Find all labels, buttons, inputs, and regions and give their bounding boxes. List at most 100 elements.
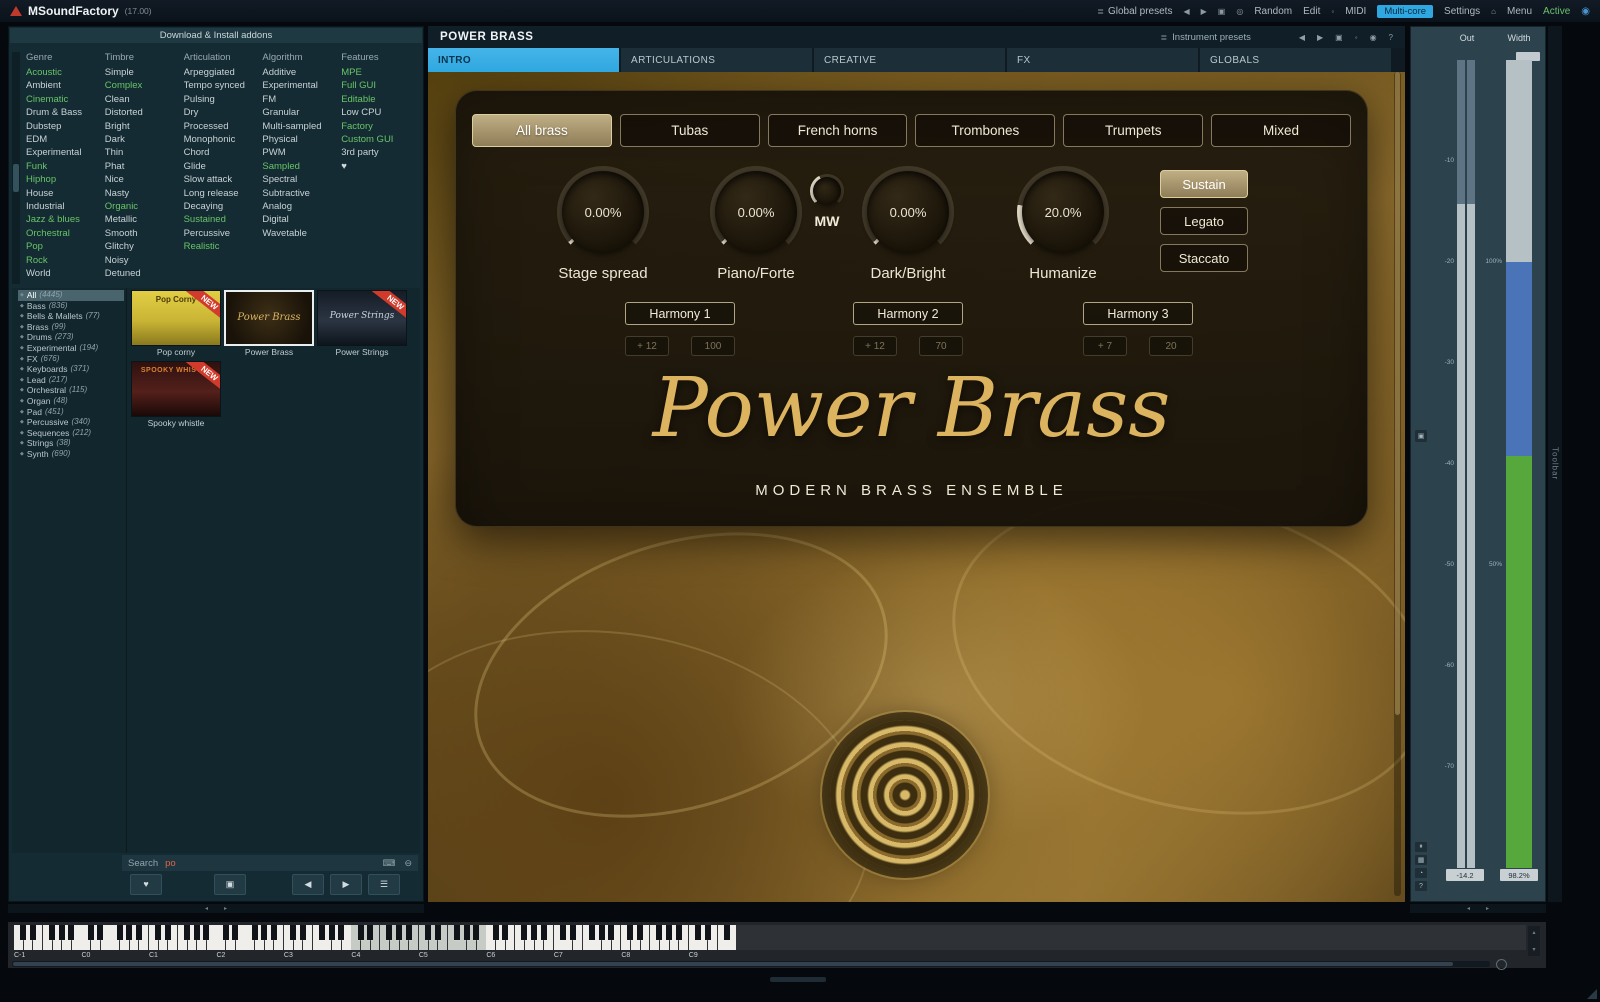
filter-acoustic[interactable]: Acoustic: [26, 66, 105, 79]
mod-wheel-knob[interactable]: MW: [807, 174, 847, 229]
key-black[interactable]: [194, 925, 200, 940]
key-black[interactable]: [521, 925, 527, 940]
filter-clean[interactable]: Clean: [105, 93, 184, 106]
filter-dry[interactable]: Dry: [184, 106, 263, 119]
key-black[interactable]: [136, 925, 142, 940]
instrument-tubas[interactable]: Tubas: [620, 114, 760, 147]
key-black[interactable]: [599, 925, 605, 940]
tree-item-lead[interactable]: ◆Lead(217): [18, 375, 124, 386]
width-meter[interactable]: [1506, 60, 1532, 868]
meter-settings-icon[interactable]: ▣: [1415, 430, 1427, 442]
filter-editable[interactable]: Editable: [341, 93, 420, 106]
articulation-sustain[interactable]: Sustain: [1160, 170, 1248, 198]
download-install-addons-button[interactable]: Download & Install addons: [10, 28, 422, 43]
filter-decaying[interactable]: Decaying: [184, 200, 263, 213]
meters-h-scrollbar[interactable]: ◂▸: [1410, 904, 1546, 913]
filter-sustained[interactable]: Sustained: [184, 213, 263, 226]
tree-item-orchestral[interactable]: ◆Orchestral(115): [18, 385, 124, 396]
up-arrow-icon[interactable]: ▴: [1532, 929, 1535, 936]
key-black[interactable]: [59, 925, 65, 940]
out-meter-left[interactable]: [1457, 60, 1465, 868]
key-black[interactable]: [271, 925, 277, 940]
key-black[interactable]: [338, 925, 344, 940]
key-black[interactable]: [300, 925, 306, 940]
menu-button[interactable]: Menu: [1507, 6, 1532, 17]
keyboard-scrollbar-handle[interactable]: [13, 962, 1453, 966]
filter-bright[interactable]: Bright: [105, 120, 184, 133]
key-black[interactable]: [493, 925, 499, 940]
tab-articulations[interactable]: ARTICULATIONS: [621, 48, 812, 72]
filter-complex[interactable]: Complex: [105, 79, 184, 92]
filter-ambient[interactable]: Ambient: [26, 79, 105, 92]
filter-phat[interactable]: Phat: [105, 160, 184, 173]
key-black[interactable]: [676, 925, 682, 940]
key-black[interactable]: [223, 925, 229, 940]
preset-thumb-power-strings[interactable]: Power StringsNEWPower Strings: [317, 290, 407, 357]
global-presets-button[interactable]: ≣Global presets: [1097, 6, 1172, 17]
key-black[interactable]: [117, 925, 123, 940]
filter-mpe[interactable]: MPE: [341, 66, 420, 79]
main-scrollbar-handle[interactable]: [1395, 72, 1400, 715]
key-black[interactable]: [30, 925, 36, 940]
key-black[interactable]: [20, 925, 26, 940]
key-black[interactable]: [97, 925, 103, 940]
key-black[interactable]: [531, 925, 537, 940]
instrument-presets-button[interactable]: ≣Instrument presets: [1160, 32, 1250, 43]
tree-item-bells-mallets[interactable]: ◆Bells & Mallets(77): [18, 311, 124, 322]
filter-cinematic[interactable]: Cinematic: [26, 93, 105, 106]
filter-orchestral[interactable]: Orchestral: [26, 227, 105, 240]
tree-item-drums[interactable]: ◆Drums(273): [18, 332, 124, 343]
tree-item-sequences[interactable]: ◆Sequences(212): [18, 428, 124, 439]
key-black[interactable]: [184, 925, 190, 940]
next-preset-button[interactable]: ▶: [330, 874, 362, 895]
filter-funk[interactable]: Funk: [26, 160, 105, 173]
down-arrow-icon[interactable]: ▾: [1532, 946, 1535, 953]
tree-item-pad[interactable]: ◆Pad(451): [18, 407, 124, 418]
pause-icon[interactable]: ⏸: [1415, 842, 1427, 852]
edit-button[interactable]: Edit: [1303, 6, 1320, 17]
settings-button[interactable]: Settings: [1444, 6, 1480, 17]
image-icon[interactable]: ▣: [1335, 33, 1343, 42]
key-black[interactable]: [203, 925, 209, 940]
keyboard-scrollbar[interactable]: [12, 961, 1490, 967]
filter-scrollbar[interactable]: [12, 52, 20, 284]
tab-globals[interactable]: GLOBALS: [1200, 48, 1391, 72]
filter-glitchy[interactable]: Glitchy: [105, 240, 184, 253]
filter-organic[interactable]: Organic: [105, 200, 184, 213]
filter-low-cpu[interactable]: Low CPU: [341, 106, 420, 119]
scroll-left-icon[interactable]: ◂: [205, 905, 208, 912]
main-scrollbar[interactable]: [1394, 72, 1401, 896]
key-black[interactable]: [637, 925, 643, 940]
clear-search-icon[interactable]: ⊖: [404, 858, 412, 869]
filter-world[interactable]: World: [26, 267, 105, 280]
dot-icon[interactable]: ◦: [1355, 33, 1358, 42]
preset-thumb-pop-corny[interactable]: Pop CornyNEWPop corny: [131, 290, 221, 357]
filter-experimental[interactable]: Experimental: [26, 146, 105, 159]
filter-chord[interactable]: Chord: [184, 146, 263, 159]
filter-wavetable[interactable]: Wavetable: [262, 227, 341, 240]
filter-slow-attack[interactable]: Slow attack: [184, 173, 263, 186]
key-black[interactable]: [406, 925, 412, 940]
key-black[interactable]: [627, 925, 633, 940]
meter-help-icon[interactable]: ?: [1415, 881, 1427, 891]
key-black[interactable]: [560, 925, 566, 940]
filter-fm[interactable]: FM: [262, 93, 341, 106]
tree-item-brass[interactable]: ◆Brass(99): [18, 322, 124, 333]
articulation-staccato[interactable]: Staccato: [1160, 244, 1248, 272]
midi-button[interactable]: MIDI: [1345, 6, 1366, 17]
filter-percussive[interactable]: Percussive: [184, 227, 263, 240]
filter-digital[interactable]: Digital: [262, 213, 341, 226]
filter-subtractive[interactable]: Subtractive: [262, 187, 341, 200]
articulation-legato[interactable]: Legato: [1160, 207, 1248, 235]
filter-3rd-party[interactable]: 3rd party: [341, 146, 420, 159]
filter-distorted[interactable]: Distorted: [105, 106, 184, 119]
harmony-button[interactable]: Harmony 1: [625, 302, 735, 325]
instrument-trombones[interactable]: Trombones: [915, 114, 1055, 147]
melda-logo-icon[interactable]: [10, 6, 22, 16]
corner-grip[interactable]: [1587, 989, 1597, 999]
keyboard-zoom-control[interactable]: ▴▾: [1528, 926, 1540, 956]
filter-long-release[interactable]: Long release: [184, 187, 263, 200]
key-black[interactable]: [608, 925, 614, 940]
filter-detuned[interactable]: Detuned: [105, 267, 184, 280]
filter-nice[interactable]: Nice: [105, 173, 184, 186]
